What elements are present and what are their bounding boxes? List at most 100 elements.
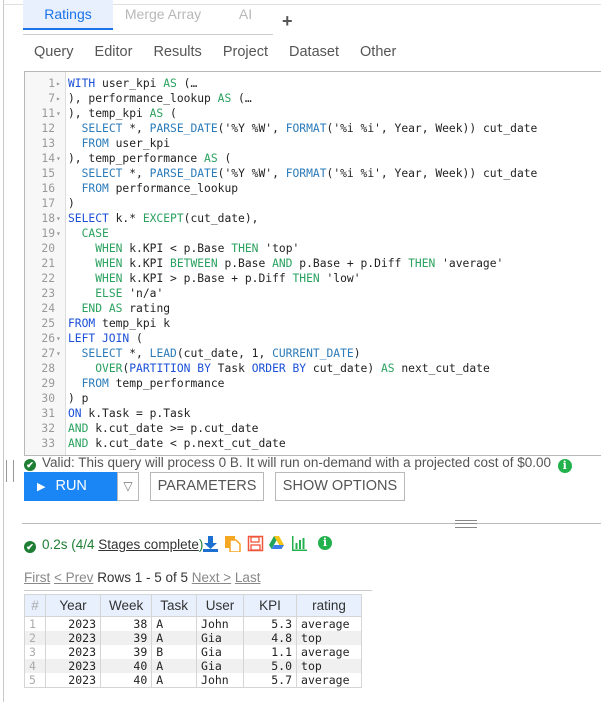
add-tab-icon[interactable]: +: [282, 11, 293, 32]
line-number: 31: [41, 407, 55, 420]
fold-expanded-icon[interactable]: ▾: [56, 106, 61, 121]
line-number: 26: [41, 332, 55, 345]
last-page-link[interactable]: Last: [235, 570, 261, 585]
menu-bar: Query Editor Results Project Dataset Oth…: [34, 44, 413, 60]
code-line[interactable]: 14 ▾), temp_performance AS (: [25, 151, 601, 166]
fold-expanded-icon[interactable]: ▾: [56, 151, 61, 166]
code-text: FROM temp_kpi k: [68, 317, 171, 330]
cell-task: B: [151, 645, 198, 659]
tab-ratings[interactable]: Ratings: [23, 0, 113, 30]
code-line[interactable]: 15 SELECT *, PARSE_DATE('%Y %W', FORMAT(…: [25, 166, 601, 181]
cell-user: John: [196, 616, 245, 631]
col-week-header[interactable]: Week: [99, 594, 153, 617]
code-line[interactable]: 31 ON k.Task = p.Task: [25, 406, 601, 421]
menu-editor[interactable]: Editor: [95, 44, 133, 60]
cell-task: A: [151, 659, 198, 673]
code-line[interactable]: 12 SELECT *, PARSE_DATE('%Y %W', FORMAT(…: [25, 121, 601, 136]
cell-week: 40: [99, 659, 153, 673]
cell-kpi: 5.0: [243, 659, 298, 673]
code-text: SELECT k.* EXCEPT(cut_date),: [68, 212, 259, 225]
code-text: END AS rating: [81, 302, 171, 315]
info-icon[interactable]: i: [318, 536, 332, 550]
code-line[interactable]: 11 ▾), temp_kpi AS (: [25, 106, 601, 121]
run-dropdown-button[interactable]: ▽: [117, 472, 139, 501]
copy-icon[interactable]: [224, 535, 241, 552]
fold-expanded-icon[interactable]: ▾: [56, 211, 61, 226]
fold-collapsed-icon[interactable]: ▸: [56, 91, 61, 106]
code-line[interactable]: 24 END AS rating: [25, 301, 601, 316]
code-text: AND k.cut_date < p.next_cut_date: [68, 437, 286, 450]
fold-expanded-icon[interactable]: ▾: [56, 331, 61, 346]
google-drive-icon[interactable]: [268, 535, 285, 552]
code-area[interactable]: 1 ▸ WITH user_kpi AS (… 7 ▸), performance_lo…: [25, 76, 601, 451]
code-line[interactable]: 16 FROM performance_lookup: [25, 181, 601, 196]
fold-expanded-icon[interactable]: ▾: [56, 346, 61, 361]
line-number: 30: [41, 392, 55, 405]
code-line[interactable]: 20 WHEN k.KPI < p.Base THEN 'top': [25, 241, 601, 256]
fold-expanded-icon[interactable]: ▾: [56, 226, 61, 241]
menu-query[interactable]: Query: [34, 44, 74, 60]
code-line[interactable]: 21 WHEN k.KPI BETWEEN p.Base AND p.Base …: [25, 256, 601, 271]
stages-link[interactable]: Stages complete: [98, 537, 199, 552]
cell-week: 39: [99, 631, 153, 645]
code-line[interactable]: 19 ▾ CASE: [25, 226, 601, 241]
cell-year: 2023: [45, 631, 101, 645]
cell-user: John: [196, 673, 245, 688]
code-line[interactable]: 25 FROM temp_kpi k: [25, 316, 601, 331]
check-circle-icon: ✔: [24, 459, 36, 471]
run-button[interactable]: ▶ RUN: [24, 472, 117, 501]
code-line[interactable]: 28 OVER(PARTITION BY Task ORDER BY cut_d…: [25, 361, 601, 376]
code-line[interactable]: 26 ▾ LEFT JOIN (: [25, 331, 601, 346]
cell-task: A: [151, 616, 198, 631]
code-line[interactable]: 18 ▾ SELECT k.* EXCEPT(cut_date),: [25, 211, 601, 226]
show-options-button[interactable]: SHOW OPTIONS: [275, 472, 405, 501]
sql-editor[interactable]: 1 ▸ WITH user_kpi AS (… 7 ▸), performance_lo…: [24, 71, 601, 456]
tab-ai[interactable]: AI: [213, 0, 278, 30]
save-icon[interactable]: [247, 535, 264, 552]
code-line[interactable]: 33 AND k.cut_date < p.next_cut_date: [25, 436, 601, 451]
menu-other[interactable]: Other: [360, 44, 396, 60]
menu-results[interactable]: Results: [153, 44, 201, 60]
col-year-header[interactable]: Year: [45, 594, 101, 617]
code-line[interactable]: 27 ▾ SELECT *, LEAD(cut_date, 1, CURRENT_…: [25, 346, 601, 361]
cell-rating: top: [296, 631, 363, 645]
code-line[interactable]: 30) p: [25, 391, 601, 406]
code-text: ELSE 'n/a': [95, 287, 164, 300]
code-line[interactable]: 29 FROM temp_performance: [25, 376, 601, 391]
code-line[interactable]: 23 ELSE 'n/a': [25, 286, 601, 301]
code-line[interactable]: 7 ▸), performance_lookup AS (…: [25, 91, 601, 106]
col-task-header[interactable]: Task: [151, 594, 198, 617]
chart-icon[interactable]: [291, 535, 308, 552]
cell-task: A: [151, 673, 198, 688]
line-number: 16: [41, 182, 55, 195]
next-page-link[interactable]: Next >: [192, 570, 231, 585]
code-line[interactable]: 32 AND k.cut_date >= p.cut_date: [25, 421, 601, 436]
col-user-header[interactable]: User: [196, 594, 245, 617]
left-border: [3, 0, 4, 702]
line-number: 18: [41, 212, 55, 225]
menu-project[interactable]: Project: [223, 44, 268, 60]
prev-page-link[interactable]: < Prev: [54, 570, 93, 585]
first-page-link[interactable]: First: [24, 570, 50, 585]
code-text: ): [68, 197, 75, 210]
cell-year: 2023: [45, 616, 101, 631]
code-line[interactable]: 13 FROM user_kpi: [25, 136, 601, 151]
col-rating-header[interactable]: rating: [296, 594, 363, 617]
tab-merge-array[interactable]: Merge Array: [113, 0, 213, 30]
menu-dataset[interactable]: Dataset: [289, 44, 339, 60]
check-circle-icon: ✔: [24, 541, 36, 553]
code-text: SELECT *, LEAD(cut_date, 1, CURRENT_DATE…: [81, 347, 361, 360]
fold-collapsed-icon[interactable]: ▸: [56, 76, 61, 91]
parameters-button[interactable]: PARAMETERS: [150, 472, 264, 501]
code-text: FROM temp_performance: [81, 377, 225, 390]
panel-splitter-grip[interactable]: [455, 520, 477, 528]
col-kpi-header[interactable]: KPI: [243, 594, 298, 617]
resize-handle[interactable]: [6, 460, 14, 482]
code-text: ), performance_lookup AS (…: [68, 92, 252, 105]
info-icon[interactable]: i: [557, 459, 572, 473]
code-line[interactable]: 17): [25, 196, 601, 211]
code-line[interactable]: 22 WHEN k.KPI > p.Base + p.Diff THEN 'lo…: [25, 271, 601, 286]
download-icon[interactable]: [202, 535, 219, 552]
code-line[interactable]: 1 ▸ WITH user_kpi AS (…: [25, 76, 601, 91]
code-text: CASE: [81, 227, 109, 240]
